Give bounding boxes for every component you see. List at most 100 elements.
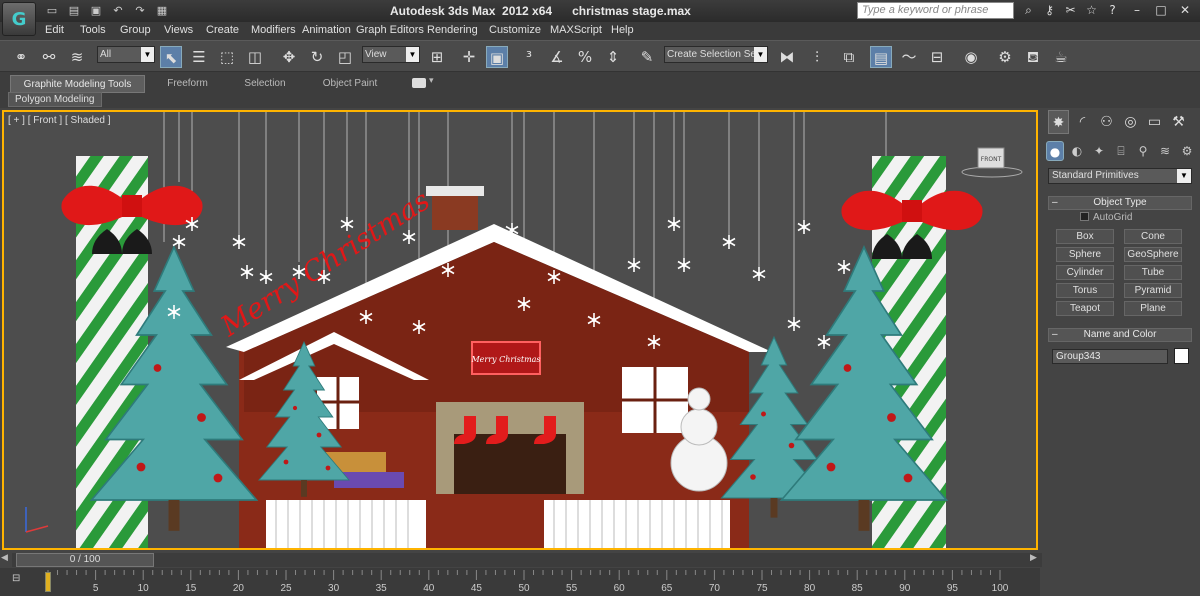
chevron-down-icon[interactable]: ▾ [429, 76, 434, 86]
viewport-label[interactable]: [ + ] [ Front ] [ Shaded ] [8, 115, 111, 126]
select-manipulate-icon[interactable]: ✛ [458, 46, 480, 68]
time-slider-next-icon[interactable]: ▶ [1030, 553, 1037, 563]
menu-graph-editors[interactable]: Graph Editors [356, 24, 424, 36]
object-name-field[interactable]: Group343 [1052, 349, 1168, 364]
menu-customize[interactable]: Customize [489, 24, 541, 36]
name-color-rollout-header[interactable]: – Name and Color [1048, 328, 1192, 342]
tab-graphite-modeling-tools[interactable]: Graphite Modeling Tools [10, 75, 145, 93]
material-editor-icon[interactable]: ◉ [960, 46, 982, 68]
search-input[interactable]: Type a keyword or phrase [857, 2, 1014, 19]
current-frame-marker[interactable] [45, 572, 51, 592]
geosphere-button[interactable]: GeoSphere [1124, 247, 1182, 262]
named-selection-set-select[interactable]: Create Selection Se ▼ [664, 46, 768, 63]
lights-icon[interactable]: ✦ [1090, 141, 1108, 161]
track-bar[interactable]: 5 10 15 20 25 30 35 40 45 50 55 60 65 70 75 80 85 90 95 100 [0, 568, 1040, 596]
keyboard-shortcut-icon[interactable]: ▣ [486, 46, 508, 68]
time-slider-prev-icon[interactable]: ◀ [1, 553, 8, 563]
reference-coord-select[interactable]: View ▼ [362, 46, 420, 63]
tube-button[interactable]: Tube [1124, 265, 1182, 280]
mirror-icon[interactable]: ⧓ [776, 46, 798, 68]
link-icon[interactable]: ⚭ [10, 46, 32, 68]
utilities-tab-icon[interactable]: ⚒ [1168, 110, 1189, 134]
systems-icon[interactable]: ⚙ [1178, 141, 1196, 161]
align-icon[interactable]: ⫶ [806, 46, 828, 68]
menu-group[interactable]: Group [120, 24, 151, 36]
move-icon[interactable]: ✥ [278, 46, 300, 68]
select-by-name-icon[interactable]: ☰ [188, 46, 210, 68]
snaps-toggle-icon[interactable]: ³ [518, 46, 540, 68]
primitive-category-select[interactable]: Standard Primitives ▼ [1048, 168, 1192, 184]
helpers-icon[interactable]: ⚲ [1134, 141, 1152, 161]
curve-editor-icon[interactable]: 〜 [898, 46, 920, 68]
graphite-toggle-icon[interactable]: ▤ [870, 46, 892, 68]
shapes-icon[interactable]: ◐ [1068, 141, 1086, 161]
layer-manager-icon[interactable]: ⧉ [838, 46, 860, 68]
binoculars-icon[interactable]: ⌕ [1020, 2, 1037, 19]
box-button[interactable]: Box [1056, 229, 1114, 244]
cylinder-button[interactable]: Cylinder [1056, 265, 1114, 280]
menu-modifiers[interactable]: Modifiers [251, 24, 296, 36]
tab-selection[interactable]: Selection [230, 75, 300, 93]
open-icon[interactable]: ▤ [66, 3, 82, 18]
redo-icon[interactable]: ↷ [132, 3, 148, 18]
plane-button[interactable]: Plane [1124, 301, 1182, 316]
selection-filter-select[interactable]: All ▼ [97, 46, 155, 63]
cone-button[interactable]: Cone [1124, 229, 1182, 244]
menu-rendering[interactable]: Rendering [427, 24, 478, 36]
scale-icon[interactable]: ◰ [334, 46, 356, 68]
application-button[interactable]: G [2, 2, 36, 36]
autogrid-checkbox[interactable]: AutoGrid [1080, 212, 1132, 223]
geometry-icon[interactable]: ● [1046, 141, 1064, 161]
ribbon-options-button[interactable] [412, 78, 426, 88]
modify-tab-icon[interactable]: ◜ [1072, 110, 1093, 134]
pivot-center-icon[interactable]: ⊞ [426, 46, 448, 68]
window-crossing-icon[interactable]: ◫ [244, 46, 266, 68]
menu-create[interactable]: Create [206, 24, 239, 36]
menu-help[interactable]: Help [611, 24, 634, 36]
menu-animation[interactable]: Animation [302, 24, 351, 36]
undo-icon[interactable]: ↶ [110, 3, 126, 18]
unlink-icon[interactable]: ⚯ [38, 46, 60, 68]
close-button[interactable]: ✕ [1174, 2, 1196, 19]
tab-object-paint[interactable]: Object Paint [305, 75, 395, 93]
minimize-button[interactable]: – [1126, 2, 1148, 19]
rendered-frame-icon[interactable]: ⛾ [1022, 46, 1044, 68]
maximize-button[interactable]: □ [1150, 2, 1172, 19]
menu-tools[interactable]: Tools [80, 24, 106, 36]
pyramid-button[interactable]: Pyramid [1124, 283, 1182, 298]
key-icon[interactable]: ⚷ [1041, 2, 1058, 19]
render-setup-icon[interactable]: ⚙ [994, 46, 1016, 68]
mini-curve-editor-icon[interactable]: ⊟ [12, 573, 30, 587]
tools-icon[interactable]: ✂ [1062, 2, 1079, 19]
menu-edit[interactable]: Edit [45, 24, 64, 36]
spinner-snap-icon[interactable]: ⇕ [602, 46, 624, 68]
create-tab-icon[interactable]: ✸ [1048, 110, 1069, 134]
project-icon[interactable]: ▦ [154, 3, 170, 18]
star-icon[interactable]: ☆ [1083, 2, 1100, 19]
rotate-icon[interactable]: ↻ [306, 46, 328, 68]
viewport-front[interactable]: [ + ] [ Front ] [ Shaded ] Merry Christm… [2, 110, 1038, 550]
time-slider[interactable]: 0 / 100 [12, 553, 1042, 567]
save-icon[interactable]: ▣ [88, 3, 104, 18]
menu-views[interactable]: Views [164, 24, 193, 36]
torus-button[interactable]: Torus [1056, 283, 1114, 298]
angle-snap-icon[interactable]: ∡ [546, 46, 568, 68]
teapot-button[interactable]: Teapot [1056, 301, 1114, 316]
hierarchy-tab-icon[interactable]: ⚇ [1096, 110, 1117, 134]
display-tab-icon[interactable]: ▭ [1144, 110, 1165, 134]
spacewarps-icon[interactable]: ≋ [1156, 141, 1174, 161]
help-icon[interactable]: ? [1104, 2, 1121, 19]
rect-region-icon[interactable]: ⬚ [216, 46, 238, 68]
menu-maxscript[interactable]: MAXScript [550, 24, 602, 36]
edit-named-selection-icon[interactable]: ✎ [636, 46, 658, 68]
object-type-rollout-header[interactable]: – Object Type [1048, 196, 1192, 210]
select-object-icon[interactable]: ⬉ [160, 46, 182, 68]
sphere-button[interactable]: Sphere [1056, 247, 1114, 262]
percent-snap-icon[interactable]: % [574, 46, 596, 68]
schematic-view-icon[interactable]: ⊟ [926, 46, 948, 68]
motion-tab-icon[interactable]: ◎ [1120, 110, 1141, 134]
time-slider-thumb[interactable]: 0 / 100 [16, 553, 154, 567]
render-production-icon[interactable]: ☕ [1050, 46, 1072, 68]
bind-spacewarp-icon[interactable]: ≋ [66, 46, 88, 68]
tab-freeform[interactable]: Freeform [150, 75, 225, 93]
